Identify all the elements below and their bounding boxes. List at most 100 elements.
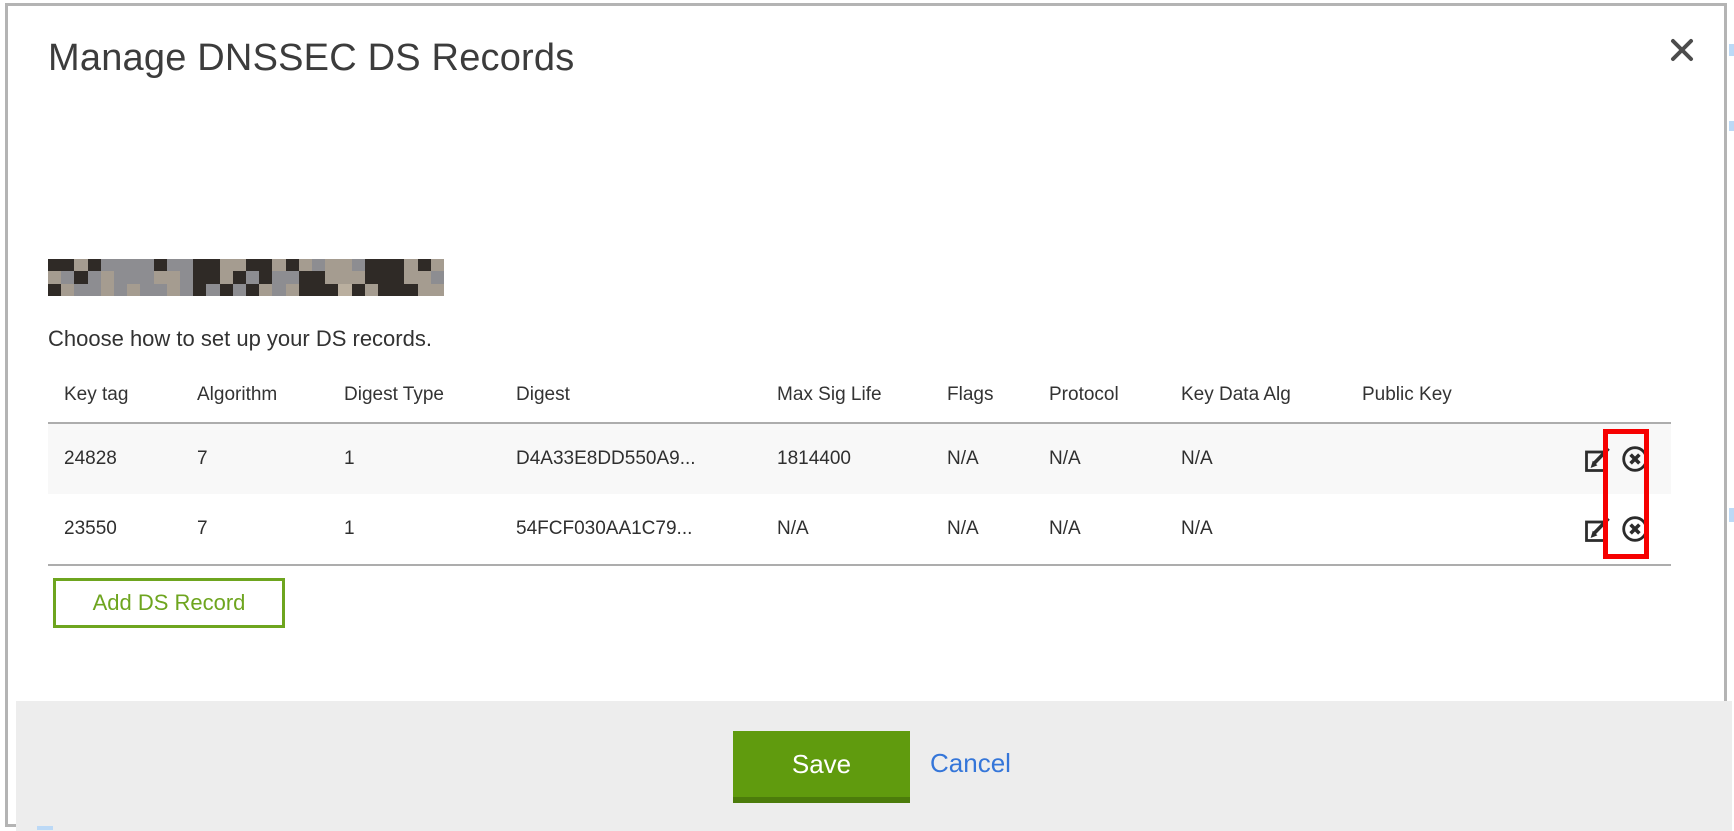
redacted-pixel <box>88 284 101 296</box>
redacted-pixel <box>167 284 180 296</box>
table-row: 24828 7 1 D4A33E8DD550A9... 1814400 N/A … <box>48 423 1671 494</box>
col-header-digest: Digest <box>500 368 761 423</box>
cell-digest: D4A33E8DD550A9... <box>500 423 761 494</box>
redacted-pixel <box>167 271 180 283</box>
redacted-pixel <box>48 284 61 296</box>
redacted-pixel <box>259 271 272 283</box>
redacted-pixel <box>365 284 378 296</box>
page-edge-artifact <box>1729 121 1734 131</box>
redacted-pixel <box>206 284 219 296</box>
page-background: Manage DNSSEC DS Records Choose how to s… <box>0 0 1734 830</box>
redacted-pixel <box>272 284 285 296</box>
cell-max-sig-life: N/A <box>761 494 931 565</box>
redacted-pixel <box>325 271 338 283</box>
redacted-pixel <box>272 271 285 283</box>
redacted-pixel <box>74 271 87 283</box>
cancel-link[interactable]: Cancel <box>930 748 1011 779</box>
redacted-pixel <box>286 259 299 271</box>
redacted-pixel <box>365 271 378 283</box>
close-button[interactable] <box>1663 32 1701 70</box>
col-header-digest-type: Digest Type <box>328 368 500 423</box>
col-header-key-data-alg: Key Data Alg <box>1165 368 1346 423</box>
redacted-pixel <box>167 259 180 271</box>
cell-actions <box>1567 423 1671 494</box>
redacted-pixel <box>352 284 365 296</box>
col-header-public-key: Public Key <box>1346 368 1567 423</box>
redacted-pixel <box>140 259 153 271</box>
redacted-pixel <box>61 271 74 283</box>
col-header-protocol: Protocol <box>1033 368 1165 423</box>
edit-record-button[interactable] <box>1583 444 1613 474</box>
cell-algorithm: 7 <box>181 423 328 494</box>
redacted-pixel <box>233 284 246 296</box>
col-header-algorithm: Algorithm <box>181 368 328 423</box>
table-header-row: Key tag Algorithm Digest Type Digest Max… <box>48 368 1671 423</box>
redacted-pixel <box>325 284 338 296</box>
redacted-pixel <box>101 284 114 296</box>
dnssec-modal: Manage DNSSEC DS Records Choose how to s… <box>5 3 1727 827</box>
redacted-pixel <box>48 271 61 283</box>
redacted-pixel <box>338 284 351 296</box>
redacted-pixel <box>299 271 312 283</box>
setup-instructions-text: Choose how to set up your DS records. <box>48 326 432 352</box>
col-header-actions <box>1567 368 1671 423</box>
redacted-pixel <box>259 284 272 296</box>
close-icon <box>1668 36 1696 64</box>
cell-key-data-alg: N/A <box>1165 494 1346 565</box>
redacted-pixel <box>246 284 259 296</box>
redacted-pixel <box>431 259 444 271</box>
redacted-pixel <box>246 271 259 283</box>
redacted-pixel <box>325 259 338 271</box>
cell-key-tag: 24828 <box>48 423 181 494</box>
modal-title: Manage DNSSEC DS Records <box>48 37 574 80</box>
redacted-pixel <box>101 259 114 271</box>
redacted-pixel <box>220 271 233 283</box>
cell-key-tag: 23550 <box>48 494 181 565</box>
table-row: 23550 7 1 54FCF030AA1C79... N/A N/A N/A … <box>48 494 1671 565</box>
page-edge-artifact <box>37 826 53 830</box>
cell-flags: N/A <box>931 494 1033 565</box>
cell-algorithm: 7 <box>181 494 328 565</box>
redacted-pixel <box>338 259 351 271</box>
redacted-pixel <box>286 271 299 283</box>
edit-record-button[interactable] <box>1583 514 1613 544</box>
add-ds-record-button[interactable]: Add DS Record <box>53 578 285 628</box>
redacted-pixel <box>391 259 404 271</box>
redacted-pixel <box>127 271 140 283</box>
cell-digest-type: 1 <box>328 494 500 565</box>
delete-record-button[interactable] <box>1620 444 1650 474</box>
redacted-pixel <box>127 259 140 271</box>
delete-record-button[interactable] <box>1620 514 1650 544</box>
save-button[interactable]: Save <box>733 731 910 803</box>
modal-footer: Save Cancel <box>16 701 1732 831</box>
redacted-pixel <box>88 259 101 271</box>
redacted-pixel <box>418 284 431 296</box>
redacted-pixel <box>378 284 391 296</box>
redacted-pixel <box>61 284 74 296</box>
redacted-pixel <box>154 284 167 296</box>
redacted-pixel <box>418 271 431 283</box>
redacted-pixel <box>180 284 193 296</box>
redacted-pixel <box>180 259 193 271</box>
redacted-pixel <box>154 271 167 283</box>
redacted-pixel <box>154 259 167 271</box>
redacted-pixel <box>259 259 272 271</box>
col-header-max-sig-life: Max Sig Life <box>761 368 931 423</box>
cell-digest-type: 1 <box>328 423 500 494</box>
redacted-pixel <box>312 259 325 271</box>
redacted-pixel <box>338 271 351 283</box>
redacted-pixel <box>61 259 74 271</box>
cell-digest: 54FCF030AA1C79... <box>500 494 761 565</box>
redacted-pixel <box>114 271 127 283</box>
redacted-pixel <box>206 259 219 271</box>
ds-records-table: Key tag Algorithm Digest Type Digest Max… <box>48 368 1671 566</box>
edit-icon <box>1583 444 1613 474</box>
redacted-pixel <box>312 284 325 296</box>
redacted-pixel <box>140 271 153 283</box>
redacted-pixel <box>352 271 365 283</box>
redacted-pixel <box>48 259 61 271</box>
cell-max-sig-life: 1814400 <box>761 423 931 494</box>
redacted-pixel <box>114 284 127 296</box>
redacted-pixel <box>299 259 312 271</box>
redacted-pixel <box>193 271 206 283</box>
